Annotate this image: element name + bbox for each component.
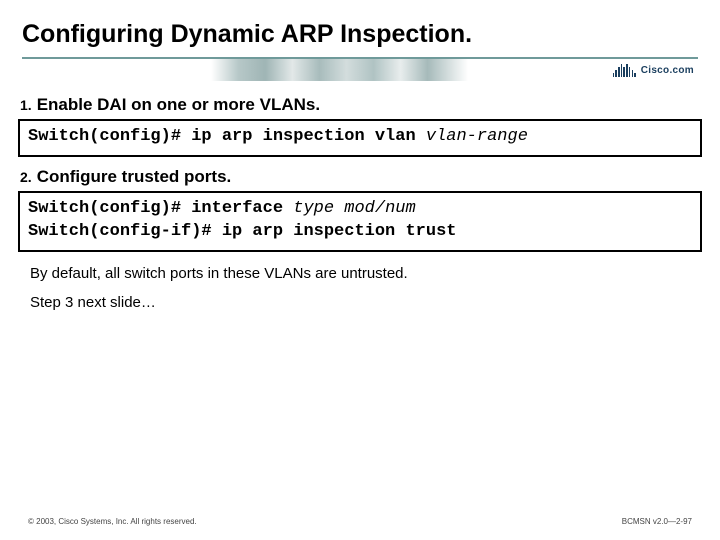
- step-2-codebox: Switch(config)# interface type mod/num S…: [18, 191, 702, 252]
- brand-bar: Cisco.com: [22, 59, 698, 81]
- step-1-label: Enable DAI on one or more VLANs.: [37, 95, 320, 115]
- code-line: Switch(config)# ip arp inspection vlan v…: [28, 126, 692, 149]
- code-line: Switch(config)# interface type mod/num: [28, 198, 692, 221]
- content-area: 1. Enable DAI on one or more VLANs. Swit…: [0, 81, 720, 314]
- body-text-1: By default, all switch ports in these VL…: [30, 262, 702, 285]
- step-1-codebox: Switch(config)# ip arp inspection vlan v…: [18, 119, 702, 157]
- footer-slide-id: BCMSN v2.0—2-97: [622, 517, 692, 526]
- step-2-heading: 2. Configure trusted ports.: [20, 167, 702, 187]
- slide-title: Configuring Dynamic ARP Inspection.: [0, 20, 720, 55]
- code-text: Switch(config)# interface: [28, 199, 293, 218]
- footer-copyright: © 2003, Cisco Systems, Inc. All rights r…: [28, 517, 197, 526]
- step-2-number: 2.: [20, 169, 32, 185]
- footer: © 2003, Cisco Systems, Inc. All rights r…: [0, 517, 720, 526]
- code-text: Switch(config)# ip arp inspection vlan: [28, 127, 426, 146]
- brand-pattern: [22, 59, 613, 81]
- slide: Configuring Dynamic ARP Inspection. Cisc…: [0, 0, 720, 540]
- step-1-number: 1.: [20, 97, 32, 113]
- code-arg: type mod/num: [293, 199, 415, 218]
- code-arg: vlan-range: [426, 127, 528, 146]
- cisco-bridge-icon: [613, 63, 636, 77]
- step-2-label: Configure trusted ports.: [37, 167, 232, 187]
- body-text-2: Step 3 next slide…: [30, 291, 702, 314]
- code-line: Switch(config-if)# ip arp inspection tru…: [28, 221, 692, 244]
- cisco-logo: Cisco.com: [613, 59, 698, 81]
- step-1-heading: 1. Enable DAI on one or more VLANs.: [20, 95, 702, 115]
- cisco-logo-text: Cisco.com: [641, 65, 694, 76]
